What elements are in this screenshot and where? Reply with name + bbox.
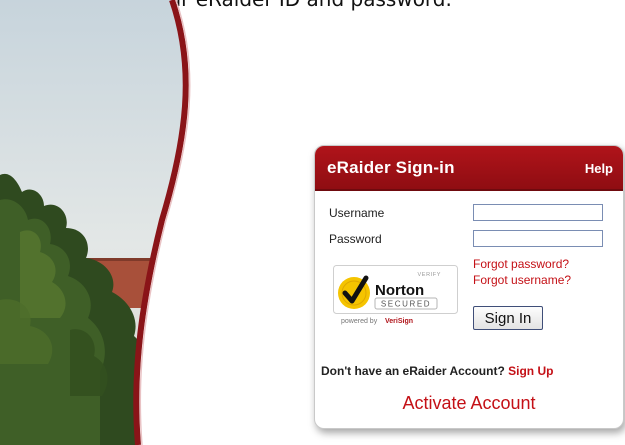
- norton-secured-badge[interactable]: VERIFY Norton SECURED powered by VeriSig…: [333, 265, 458, 329]
- campus-photo: [0, 0, 191, 445]
- username-input[interactable]: [473, 204, 603, 221]
- help-link[interactable]: Help: [585, 161, 613, 176]
- username-label: Username: [329, 206, 385, 220]
- norton-brand-text: Norton: [375, 282, 424, 299]
- verisign-text: VeriSign: [385, 318, 413, 325]
- password-input[interactable]: [473, 230, 603, 247]
- signin-title: eRaider Sign-in: [327, 158, 455, 177]
- forgot-password-link[interactable]: Forgot password?: [473, 257, 569, 271]
- activate-account-link[interactable]: Activate Account: [315, 393, 623, 414]
- password-label: Password: [329, 232, 382, 246]
- signin-header: eRaider Sign-in Help: [315, 146, 623, 191]
- sign-in-button[interactable]: Sign In: [473, 306, 543, 330]
- no-account-text: Don't have an eRaider Account?: [321, 364, 505, 378]
- forgot-username-link[interactable]: Forgot username?: [473, 273, 571, 287]
- sign-up-link[interactable]: Sign Up: [508, 364, 553, 378]
- norton-verify-text: VERIFY: [418, 272, 441, 278]
- powered-by-text: powered by: [341, 318, 378, 325]
- signin-panel: eRaider Sign-in Help Username Password F…: [314, 145, 624, 429]
- norton-secured-text: SECURED: [381, 300, 431, 309]
- signup-prompt: Don't have an eRaider Account? Sign Up: [321, 364, 553, 378]
